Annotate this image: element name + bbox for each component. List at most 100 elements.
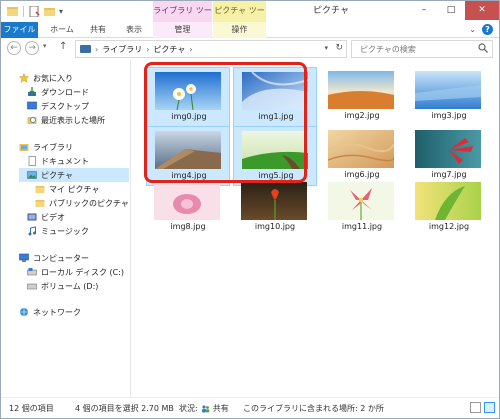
recent-places-icon <box>27 117 37 124</box>
file-tile[interactable]: img12.jpg <box>407 178 491 238</box>
address-row: ← → ▾ ↑ › ライブラリ › ピクチャ › ▾ ↻ <box>1 38 499 60</box>
search-icon[interactable] <box>478 43 488 53</box>
picture-tools-label: ピクチャ ツール <box>213 1 266 35</box>
details-view-icon[interactable] <box>470 402 481 413</box>
address-dropdown-icon[interactable]: ▾ <box>324 44 328 52</box>
breadcrumb-libraries[interactable]: ライブラリ <box>102 44 142 55</box>
forward-button[interactable]: → <box>25 41 39 55</box>
recent-locations-icon[interactable]: ▾ <box>43 42 47 50</box>
documents-icon <box>28 156 36 166</box>
chevron-right-icon[interactable]: › <box>189 45 192 54</box>
nav-videos[interactable]: ビデオ <box>27 210 65 224</box>
tab-home[interactable]: ホーム <box>45 22 79 38</box>
network-icon <box>20 308 28 316</box>
chevron-right-icon[interactable]: › <box>146 45 149 54</box>
expand-ribbon-icon[interactable]: ⌄ <box>469 25 476 34</box>
help-icon[interactable]: ? <box>482 24 493 35</box>
desktop-icon <box>27 101 37 110</box>
close-button[interactable]: ✕ <box>465 1 499 20</box>
quick-access-toolbar: ▾ <box>7 5 63 18</box>
nav-label: パブリックのピクチャ <box>49 198 129 208</box>
chevron-right-icon[interactable]: › <box>95 45 98 54</box>
folder-icon <box>35 200 45 207</box>
folder-icon <box>35 186 45 193</box>
file-tile[interactable]: img8.jpg <box>146 178 230 238</box>
nav-desktop[interactable]: デスクトップ <box>27 99 89 113</box>
nav-label: ダウンロード <box>41 87 89 97</box>
file-name: img10.jpg <box>254 222 296 231</box>
libraries-icon <box>19 144 29 151</box>
computer-icon <box>19 253 29 262</box>
view-switcher <box>470 402 495 413</box>
file-tile[interactable]: img10.jpg <box>233 178 317 238</box>
thumbnail-image <box>415 130 481 168</box>
file-tile[interactable]: img6.jpg <box>320 126 404 186</box>
shared-label: 共有 <box>212 404 229 413</box>
library-tools-label: ライブラリ ツール <box>153 1 212 35</box>
pictures-icon <box>27 171 37 179</box>
thumbnail-image <box>328 182 394 220</box>
file-tile[interactable]: img2.jpg <box>320 67 404 127</box>
thumbnail-image <box>415 182 481 220</box>
drive-icon <box>27 268 37 276</box>
properties-icon[interactable] <box>29 6 40 17</box>
downloads-icon <box>28 87 36 96</box>
library-icon <box>80 45 91 53</box>
nav-network[interactable]: ネットワーク <box>19 305 81 319</box>
file-tile[interactable]: img11.jpg <box>320 178 404 238</box>
thumbnail-image <box>154 182 220 220</box>
new-folder-icon[interactable] <box>44 6 55 17</box>
file-name: img8.jpg <box>170 222 206 231</box>
refresh-icon[interactable]: ↻ <box>335 43 343 53</box>
selection-info: 4 個の項目を選択 2.70 MB <box>75 404 174 413</box>
nav-music[interactable]: ミュージック <box>27 224 89 238</box>
tab-picture-manage[interactable]: 操作 <box>213 22 266 38</box>
shared-users-icon <box>201 405 210 413</box>
nav-pictures[interactable]: ピクチャ <box>19 168 129 182</box>
address-bar[interactable]: › ライブラリ › ピクチャ › ▾ ↻ <box>75 40 347 58</box>
large-icons-view-icon[interactable] <box>484 402 495 413</box>
customize-toolbar-icon[interactable]: ▾ <box>59 7 63 16</box>
search-input[interactable] <box>360 44 475 54</box>
nav-label: ビデオ <box>41 212 65 222</box>
file-tile[interactable]: img3.jpg <box>407 67 491 127</box>
maximize-button[interactable]: □ <box>438 1 464 20</box>
toolbar-separator <box>23 6 24 17</box>
thumbnail-image <box>241 182 307 220</box>
nav-favorites[interactable]: お気に入り <box>19 71 73 85</box>
nav-public-pictures[interactable]: パブリックのピクチャ <box>35 196 129 210</box>
nav-recent-places[interactable]: 最近表示した場所 <box>27 113 105 127</box>
star-icon <box>19 73 29 83</box>
window-title: ピクチャ <box>313 6 349 16</box>
tab-library-manage[interactable]: 管理 <box>153 22 212 38</box>
nav-documents[interactable]: ドキュメント <box>27 154 89 168</box>
nav-volume-d[interactable]: ボリューム (D:) <box>27 279 98 293</box>
minimize-button[interactable]: – <box>411 1 437 20</box>
nav-label: ボリューム (D:) <box>41 281 99 291</box>
tab-file[interactable]: ファイル <box>1 22 38 38</box>
nav-libraries[interactable]: ライブラリ <box>19 140 73 154</box>
up-button[interactable]: ↑ <box>59 41 67 52</box>
tab-share[interactable]: 共有 <box>81 22 115 38</box>
nav-computer[interactable]: コンピューター <box>19 251 89 265</box>
nav-label: コンピューター <box>33 253 89 263</box>
nav-my-pictures[interactable]: マイ ピクチャ <box>35 182 99 196</box>
nav-label: ローカル ディスク (C:) <box>41 267 125 277</box>
file-name: img3.jpg <box>431 111 467 120</box>
file-tile[interactable]: img7.jpg <box>407 126 491 186</box>
nav-label: ネットワーク <box>33 307 81 317</box>
tab-view[interactable]: 表示 <box>117 22 151 38</box>
thumbnail-image <box>328 71 394 109</box>
breadcrumb-pictures[interactable]: ピクチャ <box>153 44 185 55</box>
nav-label: ドキュメント <box>41 156 89 166</box>
file-name: img12.jpg <box>428 222 470 231</box>
explorer-app-icon[interactable] <box>7 6 18 17</box>
nav-downloads[interactable]: ダウンロード <box>27 85 89 99</box>
nav-local-disk[interactable]: ローカル ディスク (C:) <box>27 265 124 279</box>
explorer-window: ▾ ライブラリ ツール ピクチャ ツール ピクチャ – □ ✕ ファイル ホーム… <box>0 0 500 419</box>
music-icon <box>28 226 36 236</box>
navigation-pane: お気に入り ダウンロード デスクトップ 最近表示した場所 ライブラリ ドキュメン… <box>1 60 131 397</box>
file-name: img2.jpg <box>344 111 380 120</box>
back-button[interactable]: ← <box>7 41 21 55</box>
search-box[interactable] <box>351 40 493 58</box>
